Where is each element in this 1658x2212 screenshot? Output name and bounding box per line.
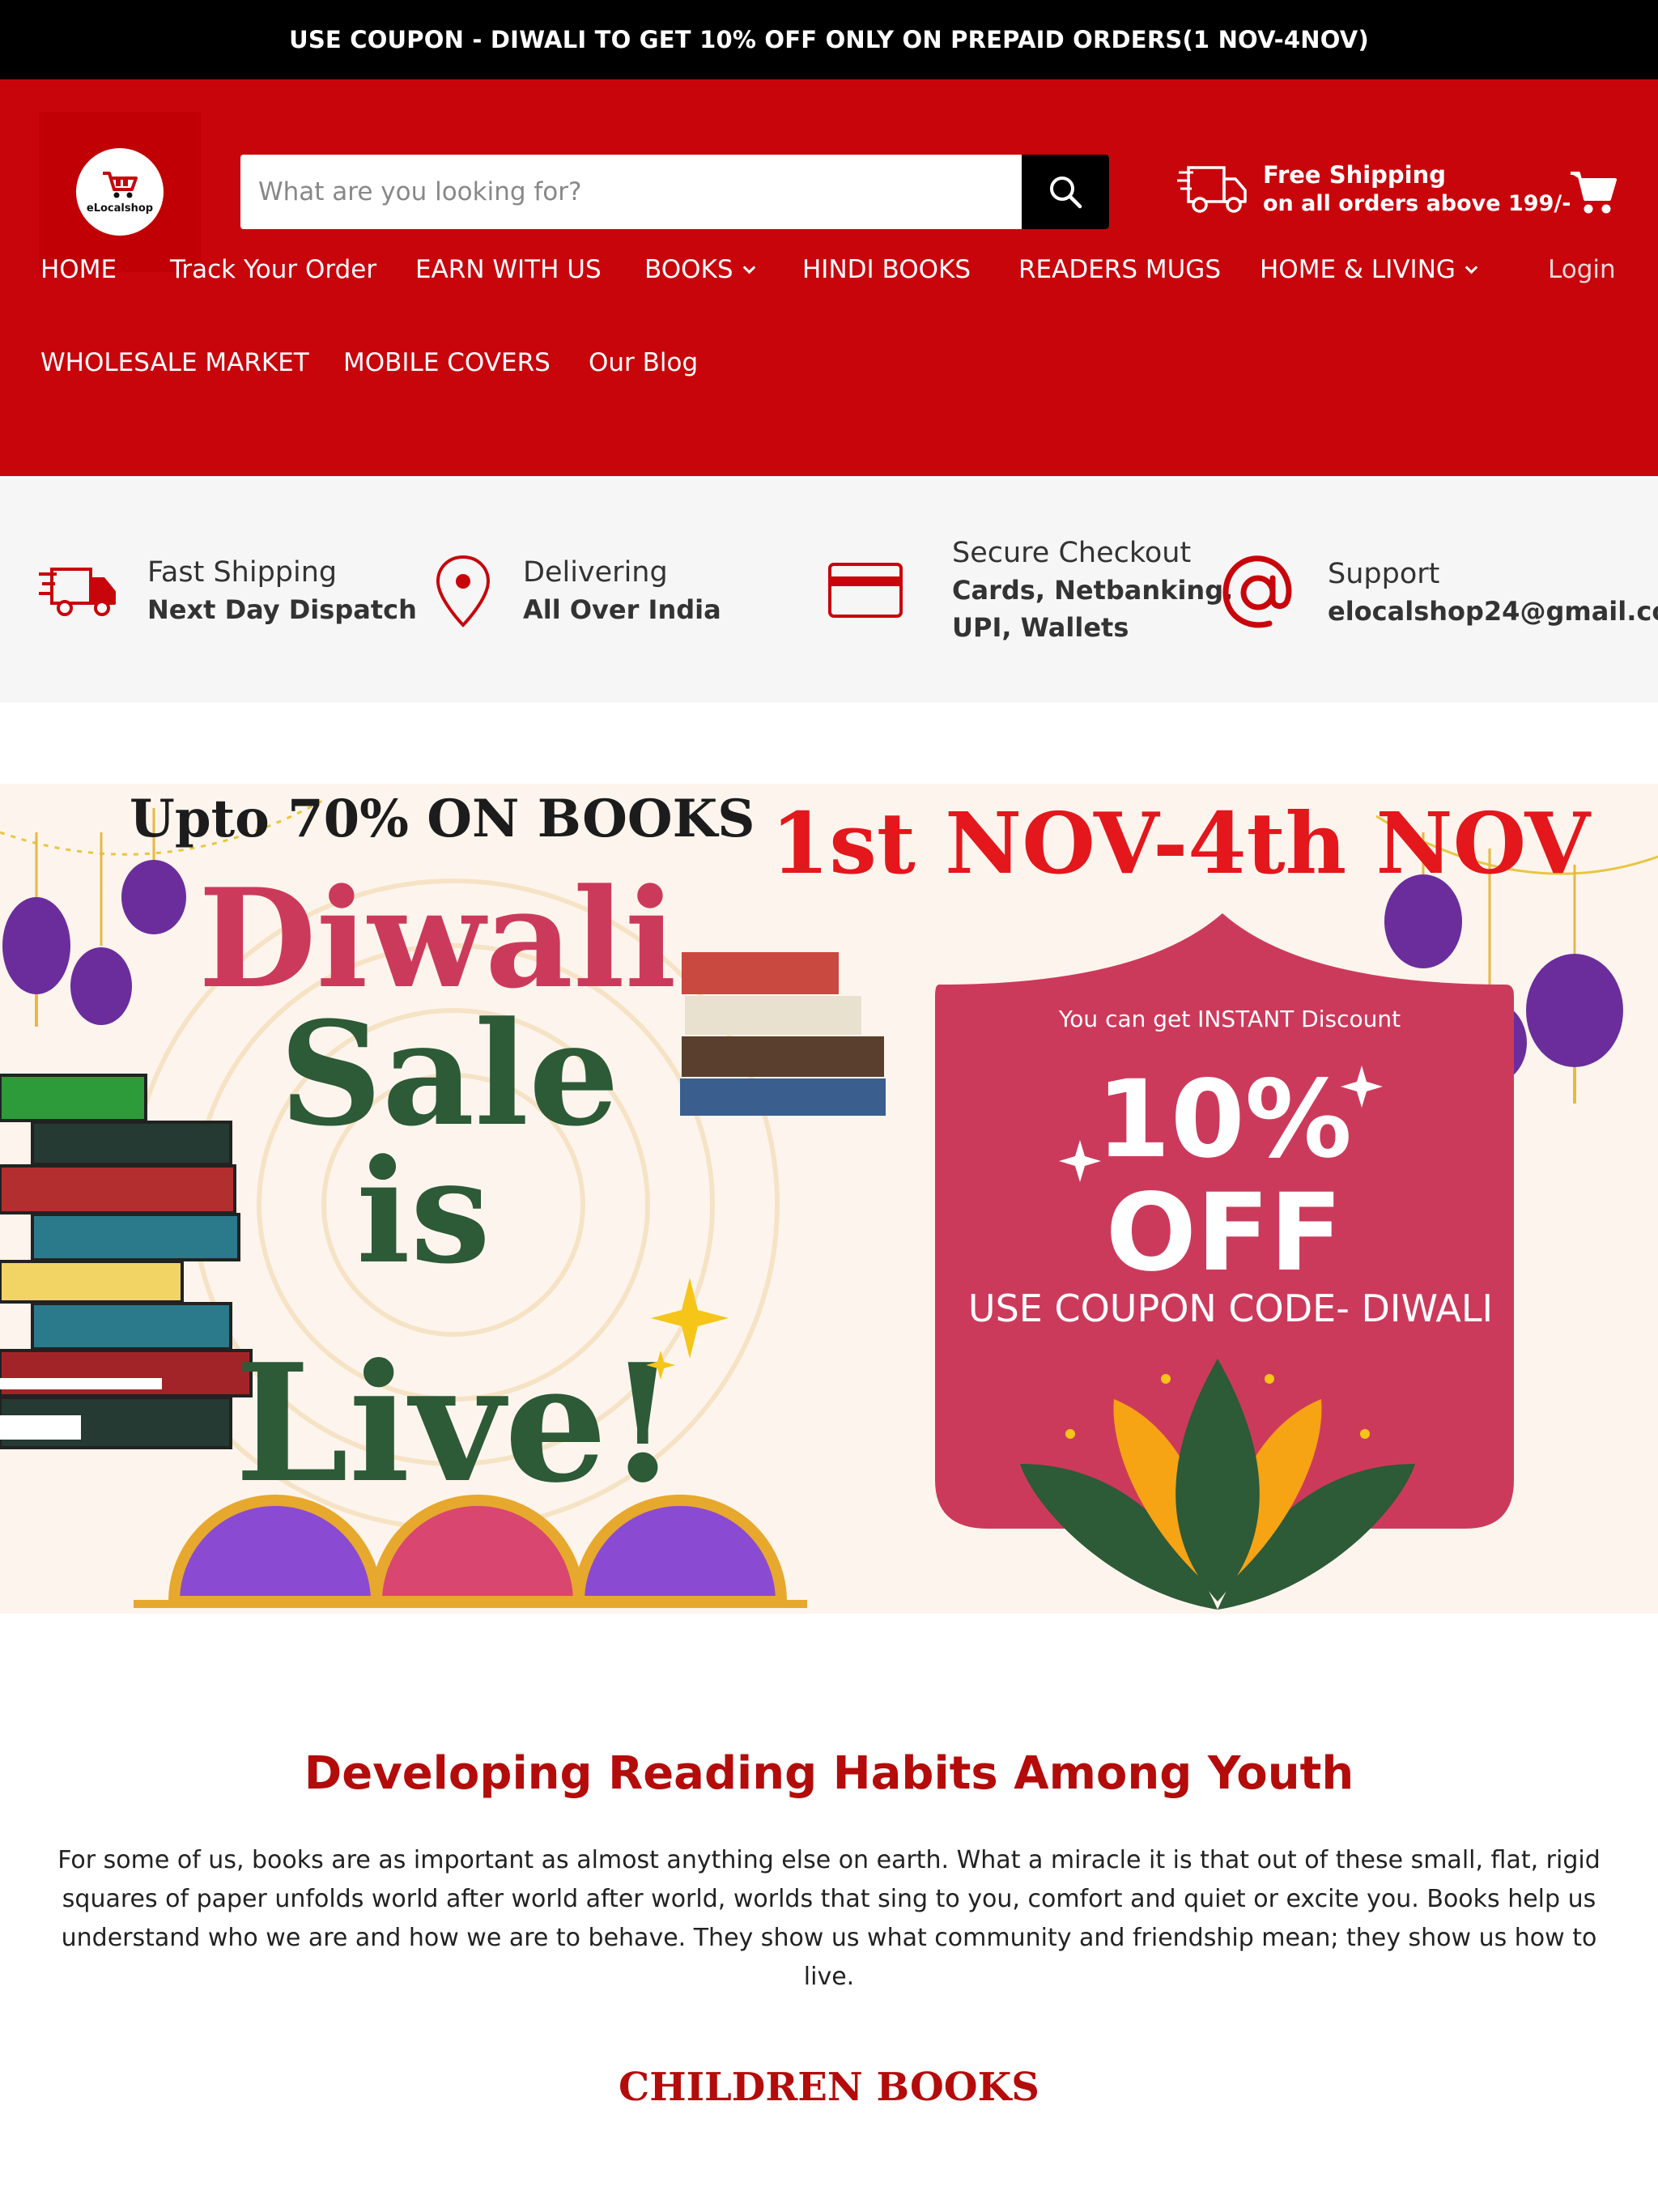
- free-shipping-promo[interactable]: Free Shipping on all orders above 199/-: [1177, 160, 1571, 219]
- main-nav-row-2: WHOLESALE MARKET MOBILE COVERS Our Blog: [0, 334, 1658, 391]
- login-link[interactable]: Login: [1548, 255, 1616, 284]
- banner-artwork: Upto 70% ON BOOKS 1st NOV-4th NOV Diwali…: [0, 789, 1658, 1610]
- site-header: eLocalshop Free Shipping on all orders a…: [0, 79, 1658, 476]
- cart-button[interactable]: [1569, 168, 1618, 219]
- search-bar: [240, 155, 1109, 229]
- lantern-icon: [2, 832, 70, 1027]
- delivery-truck-icon: [1177, 166, 1247, 213]
- rangoli-arches: [134, 1495, 807, 1608]
- feature-subtitle: elocalshop24@gmail.com: [1328, 596, 1658, 627]
- nav-books-label: BOOKS: [644, 255, 733, 284]
- feature-secure-checkout: Secure Checkout Cards, Netbanking, UPI, …: [827, 534, 1233, 646]
- article-heading: Developing Reading Habits Among Youth: [304, 1747, 1354, 1800]
- coupon-percent-text: 10%: [1096, 1057, 1352, 1182]
- announcement-text: USE COUPON - DIWALI TO GET 10% OFF ONLY …: [289, 26, 1369, 53]
- feature-support: Support elocalshop24@gmail.com: [1219, 554, 1658, 632]
- main-nav-row-1: HOME Track Your Order EARN WITH US BOOKS…: [0, 241, 1658, 298]
- nav-home[interactable]: HOME: [40, 255, 117, 284]
- book-stack-illustration: [0, 1074, 253, 1449]
- books-photo: [680, 952, 886, 1116]
- location-pin-icon: [436, 555, 491, 627]
- free-shipping-title: Free Shipping: [1263, 161, 1447, 189]
- chevron-down-icon: [742, 261, 755, 274]
- diwali-sale-banner[interactable]: Upto 70% ON BOOKS 1st NOV-4th NOV Diwali…: [0, 784, 1658, 1614]
- search-icon: [1050, 177, 1082, 209]
- coupon-off-text: OFF: [1106, 1171, 1343, 1295]
- search-button[interactable]: [1022, 155, 1109, 229]
- nav-readers-mugs[interactable]: READERS MUGS: [1018, 255, 1221, 284]
- feature-title: Secure Checkout: [952, 537, 1192, 569]
- lantern-icon: [1526, 865, 1623, 1104]
- logo-badge: eLocalshop: [76, 148, 164, 236]
- feature-fast-shipping: Fast Shipping Next Day Dispatch: [39, 554, 417, 628]
- feature-title: Fast Shipping: [147, 556, 338, 589]
- banner-is-text: is: [356, 1128, 491, 1295]
- banner-dates-text: 1st NOV-4th NOV: [771, 793, 1592, 893]
- feature-subtitle: Cards, Netbanking,: [952, 575, 1234, 606]
- logo-text: eLocalshop: [86, 202, 154, 215]
- nav-wholesale-market[interactable]: WHOLESALE MARKET: [40, 348, 309, 377]
- features-bar: Fast Shipping Next Day Dispatch Deliveri…: [0, 476, 1658, 703]
- nav-home-living-label: HOME & LIVING: [1260, 255, 1456, 284]
- search-input[interactable]: [240, 155, 1022, 229]
- lantern-icon: [70, 832, 132, 1025]
- feature-subtitle: All Over India: [523, 594, 721, 625]
- truck-icon: [39, 568, 116, 616]
- feature-subtitle-2: UPI, Wallets: [952, 612, 1129, 643]
- nav-mobile-covers[interactable]: MOBILE COVERS: [343, 348, 551, 377]
- nav-home-living[interactable]: HOME & LIVING: [1260, 255, 1478, 284]
- coupon-instant-text: You can get INSTANT Discount: [1058, 1006, 1401, 1032]
- coupon-code-text: USE COUPON CODE- DIWALI: [968, 1287, 1493, 1330]
- chevron-down-icon: [1465, 261, 1478, 274]
- feature-delivering: Delivering All Over India: [434, 554, 721, 628]
- section-title-children-books: CHILDREN BOOKS: [619, 2065, 1039, 2110]
- free-shipping-subtitle: on all orders above 199/-: [1263, 191, 1571, 216]
- feature-title: Delivering: [523, 556, 668, 589]
- nav-books[interactable]: BOOKS: [644, 255, 755, 284]
- nav-our-blog[interactable]: Our Blog: [589, 348, 698, 377]
- nav-hindi-books[interactable]: HINDI BOOKS: [802, 255, 971, 284]
- nav-earn-with-us[interactable]: EARN WITH US: [415, 255, 602, 284]
- announcement-bar: USE COUPON - DIWALI TO GET 10% OFF ONLY …: [0, 0, 1658, 79]
- article-paragraph: For some of us, books are as important a…: [57, 1846, 1601, 1991]
- banner-live-text: Live!: [235, 1329, 678, 1519]
- shopping-cart-logo-icon: [103, 171, 138, 198]
- feature-title: Support: [1328, 558, 1440, 590]
- nav-track-order[interactable]: Track Your Order: [170, 255, 376, 284]
- credit-card-icon: [828, 563, 903, 618]
- at-icon: [1222, 555, 1292, 628]
- cart-icon: [1571, 172, 1617, 214]
- feature-subtitle: Next Day Dispatch: [147, 594, 417, 625]
- banner-upto-text: Upto 70% ON BOOKS: [130, 789, 755, 849]
